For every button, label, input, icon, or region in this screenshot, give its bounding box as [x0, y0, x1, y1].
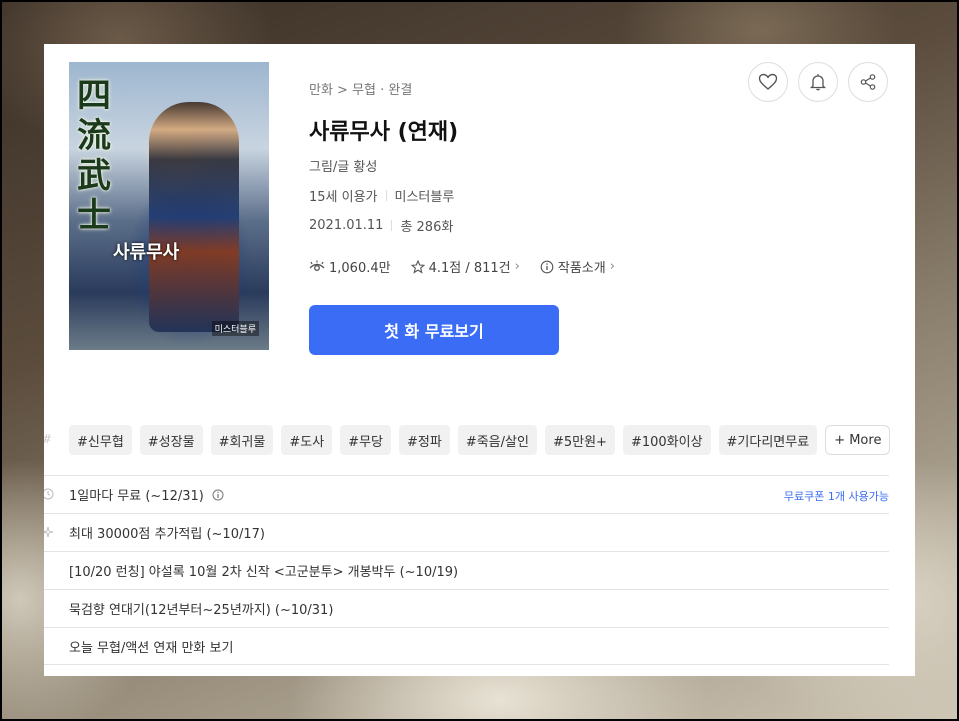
notice-text: 오늘 무협/액션 연재 만화 보기: [69, 640, 234, 656]
age-rating: 15세 이용가: [309, 190, 378, 205]
free-coupon-link[interactable]: 무료쿠폰 1개 사용가능: [784, 488, 889, 504]
heart-icon: [758, 73, 778, 90]
meta-row-date: 2021.01.11 총 286화: [309, 216, 453, 235]
tag[interactable]: #성장물: [139, 425, 203, 455]
share-icon: [860, 74, 876, 90]
meta-row-rating: 15세 이용가 미스터블루: [309, 186, 454, 205]
tag[interactable]: #100화이상: [622, 425, 711, 455]
tag[interactable]: #정파: [399, 425, 450, 455]
notice-text: [10/20 런칭] 야설록 10월 2차 신작 <고군분투> 개봉박두 (~1…: [69, 565, 459, 580]
clock-icon: [44, 488, 54, 500]
episode-count: 총 286화: [400, 220, 454, 235]
tag-list: #신무협 #성장물 #회귀물 #도사 #무당 #정파 #죽음/살인 #5만원+ …: [69, 425, 891, 455]
publisher-link[interactable]: 미스터블루: [395, 186, 455, 205]
divider: [385, 190, 387, 201]
tag[interactable]: #죽음/살인: [457, 425, 537, 455]
breadcrumb[interactable]: 만화 > 무협 · 완결: [309, 79, 412, 98]
rating-text: 4.1점 / 811건: [428, 261, 511, 276]
tag[interactable]: #도사: [281, 425, 333, 455]
notice-item[interactable]: 오늘 무협/액션 연재 만화 보기: [44, 627, 889, 665]
intro-link[interactable]: 작품소개 ›: [540, 257, 615, 276]
cover-title: 四流武士: [77, 76, 111, 236]
notice-text: 1일마다 무료 (~12/31): [69, 489, 204, 504]
chevron-right-icon: ›: [609, 259, 615, 274]
info-icon: [540, 260, 554, 273]
publish-date: 2021.01.11: [309, 218, 384, 233]
tag[interactable]: #무당: [340, 425, 391, 455]
notice-item[interactable]: 1일마다 무료 (~12/31) 무료쿠폰 1개 사용가능: [44, 475, 889, 513]
action-icons: [748, 62, 888, 102]
tag[interactable]: #5만원+: [544, 425, 615, 455]
notice-text: 최대 30000점 추가적립 (~10/17): [69, 527, 265, 542]
notice-text: 묵검향 연대기(12년부터~25년까지) (~10/31): [69, 603, 334, 618]
cover-publisher: 미스터블루: [211, 321, 259, 336]
notice-item[interactable]: [10/20 런칭] 야설록 10월 2차 신작 <고군분투> 개봉박두 (~1…: [44, 551, 889, 589]
chevron-right-icon: ›: [514, 259, 520, 274]
stats-row: 1,060.4만 4.1점 / 811건 › 작품소개 ›: [309, 257, 615, 276]
series-detail-card: 四流武士 사류무사 미스터블루 만화 > 무협 · 완결 사류무사 (연재) 그…: [44, 44, 915, 676]
views-count: 1,060.4만: [329, 261, 391, 276]
bell-icon: [809, 74, 827, 91]
cover-figure: [149, 102, 239, 332]
views-stat: 1,060.4만: [309, 257, 391, 276]
cover-image[interactable]: 四流武士 사류무사 미스터블루: [69, 62, 269, 350]
notice-list: 1일마다 무료 (~12/31) 무료쿠폰 1개 사용가능 최대 30000점 …: [44, 475, 889, 665]
cover-badge: 사류무사: [113, 242, 180, 263]
favorite-button[interactable]: [748, 62, 788, 102]
hash-icon: #: [44, 432, 52, 446]
author-line[interactable]: 그림/글 황성: [309, 156, 377, 175]
share-button[interactable]: [848, 62, 888, 102]
first-episode-free-button[interactable]: 첫 화 무료보기: [309, 305, 559, 355]
info-icon[interactable]: [212, 489, 224, 501]
tag[interactable]: #회귀물: [210, 425, 274, 455]
tag[interactable]: #신무협: [69, 425, 132, 455]
star-icon: [410, 259, 425, 274]
divider: [391, 220, 393, 231]
rating-stat[interactable]: 4.1점 / 811건 ›: [410, 257, 520, 276]
eye-icon: [309, 260, 325, 271]
notification-button[interactable]: [798, 62, 838, 102]
intro-label: 작품소개: [557, 261, 606, 276]
notice-item[interactable]: 최대 30000점 추가적립 (~10/17): [44, 513, 889, 551]
notice-item[interactable]: 묵검향 연대기(12년부터~25년까지) (~10/31): [44, 589, 889, 627]
tags-more-button[interactable]: + More: [825, 425, 891, 455]
series-title: 사류무사 (연재): [309, 120, 459, 145]
sparkle-icon: [44, 526, 54, 538]
tag[interactable]: #기다리면무료: [718, 425, 818, 455]
